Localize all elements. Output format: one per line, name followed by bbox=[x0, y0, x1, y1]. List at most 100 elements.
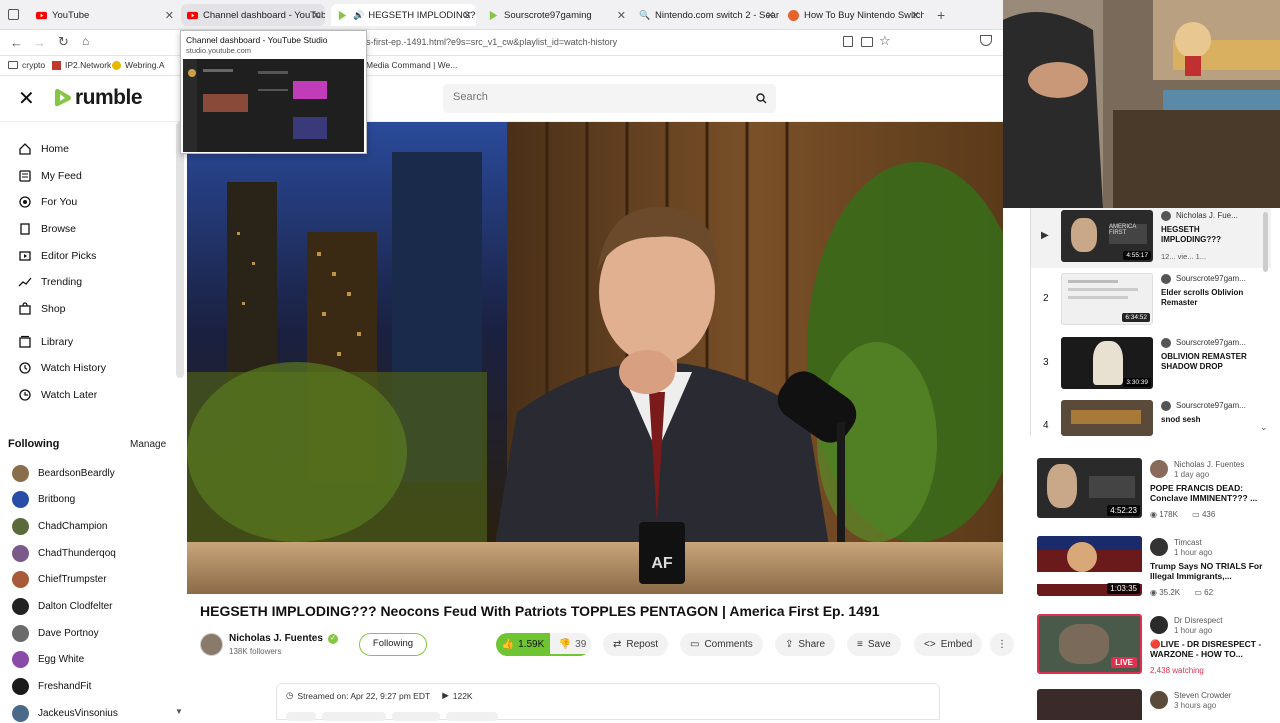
close-icon[interactable]: ✕ bbox=[617, 9, 626, 22]
recommended-channel: Timcast bbox=[1174, 538, 1202, 547]
bookmark-label: Media Command | We... bbox=[366, 60, 458, 70]
comments-button[interactable]: ▭ Comments bbox=[680, 633, 763, 656]
tab-nintendo-search[interactable]: 🔍 Nintendo.com switch 2 - Search ✕ bbox=[633, 4, 779, 26]
playlist-scrollbar[interactable] bbox=[1263, 212, 1268, 272]
rumble-header: ✕ rumble bbox=[0, 76, 1003, 122]
close-icon[interactable]: ✕ bbox=[312, 9, 321, 22]
sidebar-item-label: Editor Picks bbox=[41, 250, 97, 262]
embed-label: Embed bbox=[940, 639, 973, 650]
recommended-title: POPE FRANCIS DEAD: Conclave IMMINENT??? … bbox=[1150, 483, 1258, 504]
following-item[interactable]: Dalton Clodfelter bbox=[12, 596, 112, 616]
save-button[interactable]: ≡ Save bbox=[847, 633, 901, 656]
sidebar-item-my-feed[interactable]: My Feed bbox=[18, 166, 82, 186]
recommended-video[interactable]: 1:03:35 Timcast 1 hour ago Trump Says NO… bbox=[1037, 536, 1277, 606]
home-icon[interactable]: ⌂ bbox=[82, 34, 89, 48]
close-icon[interactable]: ✕ bbox=[911, 9, 920, 22]
recommended-video[interactable]: 4:52:23 Nicholas J. Fuentes 1 day ago PO… bbox=[1037, 458, 1277, 528]
playlist-item[interactable]: ▶ AMERICA FIRST 4:55:17 Nicholas J. Fue.… bbox=[1031, 208, 1271, 268]
playlist-item[interactable]: 2 6:34:52 Sourscrote97gam... Elder scrol… bbox=[1031, 271, 1271, 331]
following-item[interactable]: Dave Portnoy bbox=[12, 623, 99, 643]
sidebar-item-for-you[interactable]: For You bbox=[18, 192, 77, 212]
following-button[interactable]: Following bbox=[359, 633, 427, 656]
tab-youtube[interactable]: YouTube ✕ bbox=[30, 4, 178, 26]
bookmark-label: IP2.Network bbox=[65, 60, 112, 70]
following-item[interactable]: BeardsonBeardly bbox=[12, 463, 115, 483]
channel-name[interactable]: Nicholas J. Fuentes ✓ bbox=[229, 633, 338, 644]
tab-rumble-video[interactable]: 🔊 HEGSETH IMPLODING??? N ✕ bbox=[331, 4, 476, 26]
sidebar-item-watch-later[interactable]: Watch Later bbox=[18, 385, 97, 405]
close-menu-icon[interactable]: ✕ bbox=[18, 86, 35, 111]
video-player[interactable]: AF bbox=[187, 122, 1003, 594]
bookmark-crypto[interactable]: crypto bbox=[8, 60, 45, 70]
address-bar[interactable]: s-first-ep.-1491.html?e9s=src_v1_cw&play… bbox=[366, 37, 846, 51]
bookmark-webring[interactable]: Webring.A bbox=[112, 60, 165, 70]
sidebar-item-watch-history[interactable]: Watch History bbox=[18, 358, 106, 378]
tab-label: YouTube bbox=[52, 9, 90, 21]
sidebar-item-library[interactable]: Library bbox=[18, 332, 73, 352]
mug-logo: AF bbox=[651, 555, 673, 572]
recommended-video[interactable]: LIVE Dr Disrespect 1 hour ago 🔴LIVE - DR… bbox=[1037, 614, 1277, 684]
search-icon[interactable] bbox=[756, 93, 767, 104]
forward-icon[interactable]: → bbox=[33, 35, 46, 50]
playlist-item[interactable]: 3 3:30:39 Sourscrote97gam... OBLIVION RE… bbox=[1031, 335, 1271, 395]
reader-view-icon[interactable] bbox=[843, 36, 853, 47]
recommended-time: 1 hour ago bbox=[1174, 548, 1213, 557]
bookmark-media-command[interactable]: Media Command | We... bbox=[366, 60, 457, 70]
tab-list-icon[interactable] bbox=[8, 9, 19, 20]
playlist-title: snod sesh bbox=[1161, 415, 1201, 424]
share-button[interactable]: ⇪ Share bbox=[775, 633, 836, 656]
comments-count: 436 bbox=[1201, 510, 1216, 519]
scroll-down-icon[interactable]: ▼ bbox=[175, 707, 183, 716]
comments-icon: ▭ bbox=[1194, 588, 1202, 597]
like-button[interactable]: 👍 1.59K bbox=[496, 633, 550, 656]
bookmark-star-icon[interactable]: ☆ bbox=[879, 33, 891, 49]
manage-following-link[interactable]: Manage bbox=[130, 439, 166, 450]
following-item[interactable]: ChadThunderqoq bbox=[12, 543, 116, 563]
shop-icon bbox=[19, 302, 31, 315]
following-item[interactable]: ChadChampion bbox=[12, 516, 108, 536]
bookmark-label: crypto bbox=[22, 60, 46, 70]
bookmark-ip2-network[interactable]: IP2.Network bbox=[52, 60, 111, 70]
recommended-video[interactable]: Steven Crowder 3 hours ago bbox=[1037, 689, 1277, 720]
sidebar-item-shop[interactable]: Shop bbox=[18, 299, 66, 319]
sidebar-item-browse[interactable]: Browse bbox=[18, 219, 76, 239]
ip2-icon bbox=[52, 60, 61, 70]
embed-button[interactable]: <> Embed bbox=[914, 633, 983, 656]
screenshot-icon[interactable] bbox=[861, 37, 873, 47]
webring-icon bbox=[112, 60, 121, 70]
sidebar-item-editor-picks[interactable]: Editor Picks bbox=[18, 246, 96, 266]
following-item[interactable]: Britbong bbox=[12, 489, 75, 509]
tab-buy-switch[interactable]: How To Buy Nintendo Switch 2 ✕ bbox=[782, 4, 924, 26]
repost-button[interactable]: ⇄ Repost bbox=[603, 633, 669, 656]
following-item[interactable]: FreshandFit bbox=[12, 676, 91, 696]
scroll-down-icon[interactable]: ⌄ bbox=[1260, 422, 1268, 433]
new-tab-icon[interactable]: + bbox=[937, 7, 945, 23]
search-box[interactable] bbox=[443, 84, 776, 113]
search-input[interactable] bbox=[453, 91, 733, 103]
pocket-icon[interactable] bbox=[980, 35, 992, 46]
channel-avatar bbox=[1150, 691, 1168, 709]
sidebar-item-home[interactable]: Home bbox=[18, 139, 69, 159]
rumble-logo[interactable]: rumble bbox=[53, 86, 143, 110]
playlist-item[interactable]: 4 Sourscrote97gam... snod sesh bbox=[1031, 398, 1271, 436]
sidebar-scrollbar[interactable] bbox=[176, 122, 184, 378]
tab-channel-dashboard[interactable]: Channel dashboard - YouTube ✕ bbox=[181, 4, 325, 26]
duration-label: 3:30:39 bbox=[1123, 378, 1151, 387]
close-icon[interactable]: ✕ bbox=[463, 9, 472, 22]
sidebar-item-trending[interactable]: Trending bbox=[18, 272, 82, 292]
dislike-button[interactable]: 👎 39 bbox=[554, 633, 591, 656]
following-item[interactable]: ChiefTrumpster bbox=[12, 569, 107, 589]
channel-avatar[interactable] bbox=[200, 633, 223, 656]
playlist-channel: Sourscrote97gam... bbox=[1176, 338, 1246, 347]
close-icon[interactable]: ✕ bbox=[766, 9, 775, 22]
bookmark-label: Webring.A bbox=[125, 60, 165, 70]
reload-icon[interactable]: ↻ bbox=[58, 34, 69, 50]
tab-sourscrote[interactable]: Sourscrote97gaming ✕ bbox=[482, 4, 630, 26]
more-options-button[interactable]: ⋮ bbox=[990, 633, 1014, 656]
following-item[interactable]: Egg White bbox=[12, 649, 84, 669]
channel-avatar bbox=[1161, 274, 1171, 284]
close-icon[interactable]: ✕ bbox=[165, 9, 174, 22]
speaker-icon[interactable]: 🔊 bbox=[353, 10, 364, 21]
following-item[interactable]: JackeusVinsonius bbox=[12, 703, 118, 723]
back-icon[interactable]: ← bbox=[10, 35, 23, 50]
